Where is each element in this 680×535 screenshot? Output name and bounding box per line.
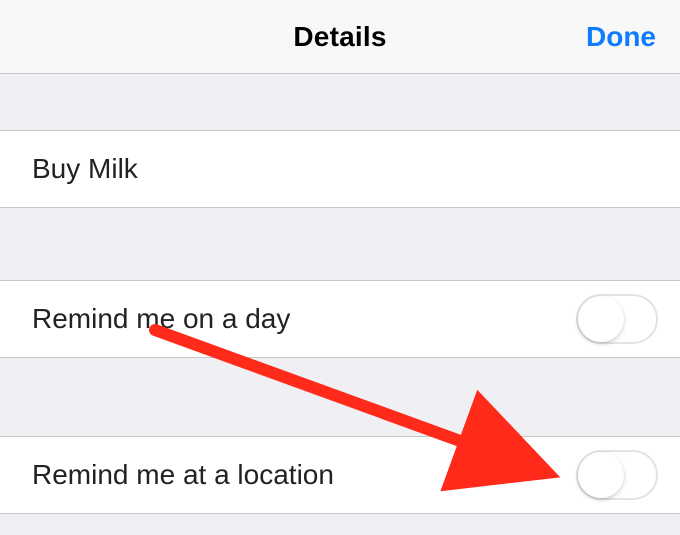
nav-bar: Details Done bbox=[0, 0, 680, 74]
toggle-knob-icon bbox=[578, 452, 624, 498]
remind-location-row: Remind me at a location bbox=[0, 436, 680, 514]
remind-day-toggle[interactable] bbox=[576, 294, 658, 344]
reminder-title-text: Buy Milk bbox=[32, 153, 138, 185]
section-gap bbox=[0, 208, 680, 280]
remind-day-label: Remind me on a day bbox=[32, 303, 290, 335]
remind-location-toggle[interactable] bbox=[576, 450, 658, 500]
remind-day-row: Remind me on a day bbox=[0, 280, 680, 358]
remind-location-label: Remind me at a location bbox=[32, 459, 334, 491]
section-gap bbox=[0, 358, 680, 436]
section-gap bbox=[0, 74, 680, 130]
toggle-knob-icon bbox=[578, 296, 624, 342]
done-button[interactable]: Done bbox=[586, 0, 656, 74]
nav-title: Details bbox=[293, 21, 386, 53]
reminder-title-row[interactable]: Buy Milk bbox=[0, 130, 680, 208]
